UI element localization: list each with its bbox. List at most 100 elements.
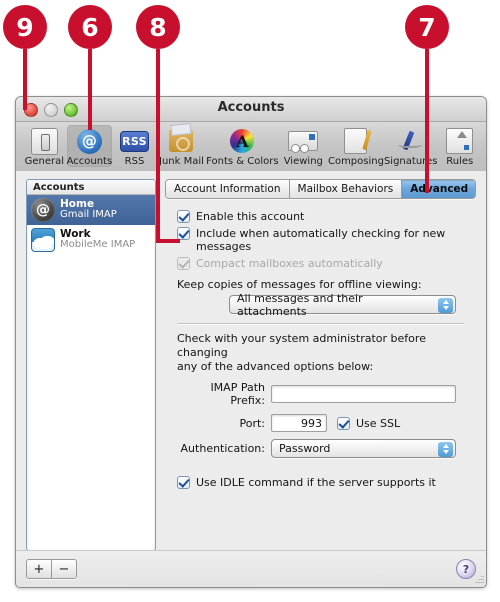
toolbar-item-junk-mail[interactable]: Junk Mail xyxy=(157,125,206,167)
offline-viewing-label: Keep copies of messages for offline view… xyxy=(177,278,422,291)
tab-mailbox-behaviors[interactable]: Mailbox Behaviors xyxy=(289,180,403,198)
window-body: Accounts @ Home Gmail IMAP Work MobileMe… xyxy=(16,171,486,551)
cloud-account-icon xyxy=(31,228,55,252)
callout-7-leader-line xyxy=(425,49,429,193)
admin-note-line-2: any of the advanced options below: xyxy=(177,360,374,373)
accounts-list-header: Accounts xyxy=(27,180,155,195)
enable-account-label: Enable this account xyxy=(196,210,305,223)
toolbar-item-rss-label: RSS xyxy=(124,156,145,167)
account-row-home[interactable]: @ Home Gmail IMAP xyxy=(27,195,155,225)
admin-note-line-1: Check with your system administrator bef… xyxy=(177,332,426,359)
callout-6-bubble: 6 xyxy=(68,5,112,49)
chevron-updown-icon-auth xyxy=(438,441,453,457)
tab-account-information[interactable]: Account Information xyxy=(166,180,290,198)
fonts-colors-icon: A xyxy=(230,127,255,155)
include-auto-check-label: Include when automatically checking for … xyxy=(196,227,446,253)
toolbar-item-fonts-colors-label: Fonts & Colors xyxy=(206,156,279,167)
enable-account-row[interactable]: Enable this account xyxy=(177,210,464,223)
imap-path-prefix-input[interactable] xyxy=(271,385,456,403)
resize-grip[interactable] xyxy=(473,574,484,585)
toolbar-item-accounts-label: Accounts xyxy=(66,156,113,167)
toolbar-item-junk-mail-label: Junk Mail xyxy=(159,156,204,167)
port-value: 993 xyxy=(301,416,322,430)
at-sign-icon: @ xyxy=(76,127,102,155)
window-titlebar[interactable]: Accounts xyxy=(16,97,486,122)
toolbar-item-signatures[interactable]: Signatures xyxy=(384,125,437,167)
toolbar-item-composing-label: Composing xyxy=(327,156,384,167)
accounts-preferences-window: Accounts General @ Accounts RSS RSS Junk… xyxy=(15,96,487,588)
imap-path-prefix-row: IMAP Path Prefix: xyxy=(177,381,464,407)
port-label: Port: xyxy=(239,416,265,430)
admin-note: Check with your system administrator bef… xyxy=(177,332,464,374)
add-account-button[interactable]: + xyxy=(27,560,52,578)
toolbar-item-fonts-colors[interactable]: A Fonts & Colors xyxy=(206,125,279,167)
account-detail-pane: Account Information Mailbox Behaviors Ad… xyxy=(165,179,476,551)
toolbar-item-rules-label: Rules xyxy=(446,156,474,167)
callout-7-number: 7 xyxy=(418,12,436,42)
use-idle-row[interactable]: Use IDLE command if the server supports … xyxy=(177,476,464,489)
composing-icon xyxy=(344,127,368,155)
callout-8-number: 8 xyxy=(149,12,167,42)
callout-6-leader-line xyxy=(88,49,92,130)
general-icon xyxy=(30,127,58,155)
include-auto-check-row[interactable]: Include when automatically checking for … xyxy=(177,227,464,253)
use-ssl-label: Use SSL xyxy=(356,416,401,430)
junk-mail-icon xyxy=(169,127,194,155)
callout-7-bubble: 7 xyxy=(405,5,449,49)
offline-viewing-popup[interactable]: All messages and their attachments xyxy=(229,292,456,318)
toolbar-item-general[interactable]: General xyxy=(22,125,67,167)
toolbar-item-accounts[interactable]: @ Accounts xyxy=(66,125,113,167)
imap-path-prefix-label: IMAP Path Prefix: xyxy=(210,381,265,407)
tab-account-information-label: Account Information xyxy=(174,183,281,195)
toolbar-item-viewing[interactable]: Viewing xyxy=(279,125,328,167)
chevron-updown-icon xyxy=(438,297,453,313)
toolbar-item-rss[interactable]: RSS RSS xyxy=(112,125,157,167)
rules-icon xyxy=(446,127,474,155)
toolbar-item-general-label: General xyxy=(24,156,64,167)
callout-8-leader-line xyxy=(156,49,160,243)
signatures-icon xyxy=(397,127,425,155)
toolbar-item-signatures-label: Signatures xyxy=(383,156,438,167)
window-title: Accounts xyxy=(217,100,285,115)
callout-8-leader-elbow xyxy=(156,239,180,243)
account-row-work[interactable]: Work MobileMe IMAP xyxy=(27,225,155,255)
callout-6-number: 6 xyxy=(81,12,99,42)
toolbar-item-composing[interactable]: Composing xyxy=(328,125,384,167)
add-remove-account-group: + − xyxy=(26,559,77,579)
tab-mailbox-behaviors-label: Mailbox Behaviors xyxy=(297,183,394,195)
rss-icon: RSS xyxy=(119,127,149,155)
callout-9-number: 9 xyxy=(16,12,34,42)
enable-account-checkbox[interactable] xyxy=(177,210,190,223)
callout-9-leader-line xyxy=(23,49,27,110)
authentication-value: Password xyxy=(279,442,331,455)
toolbar-item-rules[interactable]: Rules xyxy=(437,125,482,167)
compact-mailboxes-row: Compact mailboxes automatically xyxy=(177,257,464,270)
at-sign-account-icon: @ xyxy=(31,198,55,222)
callout-9-bubble: 9 xyxy=(3,5,47,49)
account-tab-bar: Account Information Mailbox Behaviors Ad… xyxy=(165,179,476,199)
use-ssl-checkbox[interactable] xyxy=(337,416,350,430)
authentication-label: Authentication: xyxy=(180,442,265,455)
remove-account-button[interactable]: − xyxy=(52,560,76,578)
viewing-icon xyxy=(288,127,319,155)
use-idle-checkbox[interactable] xyxy=(177,476,190,489)
advanced-panel: Enable this account Include when automat… xyxy=(165,203,476,551)
port-row: Port: 993 Use SSL xyxy=(177,414,464,432)
account-row-home-type: Gmail IMAP xyxy=(60,209,117,221)
port-input[interactable]: 993 xyxy=(271,414,327,432)
compact-mailboxes-label: Compact mailboxes automatically xyxy=(196,257,383,270)
use-idle-label: Use IDLE command if the server supports … xyxy=(196,476,436,489)
callout-8-bubble: 8 xyxy=(136,5,180,49)
offline-viewing-value: All messages and their attachments xyxy=(237,291,363,318)
tab-advanced-label: Advanced xyxy=(410,183,469,195)
section-divider xyxy=(177,323,464,325)
authentication-popup[interactable]: Password xyxy=(271,439,456,458)
toolbar-item-viewing-label: Viewing xyxy=(283,156,323,167)
compact-mailboxes-checkbox xyxy=(177,257,190,270)
preferences-toolbar: General @ Accounts RSS RSS Junk Mail A F… xyxy=(16,122,486,175)
tab-advanced[interactable]: Advanced xyxy=(402,180,475,198)
account-row-work-type: MobileMe IMAP xyxy=(60,239,136,251)
authentication-row: Authentication: Password xyxy=(177,439,464,458)
window-footer: + − ? xyxy=(16,550,486,587)
accounts-list[interactable]: Accounts @ Home Gmail IMAP Work MobileMe… xyxy=(26,179,156,551)
